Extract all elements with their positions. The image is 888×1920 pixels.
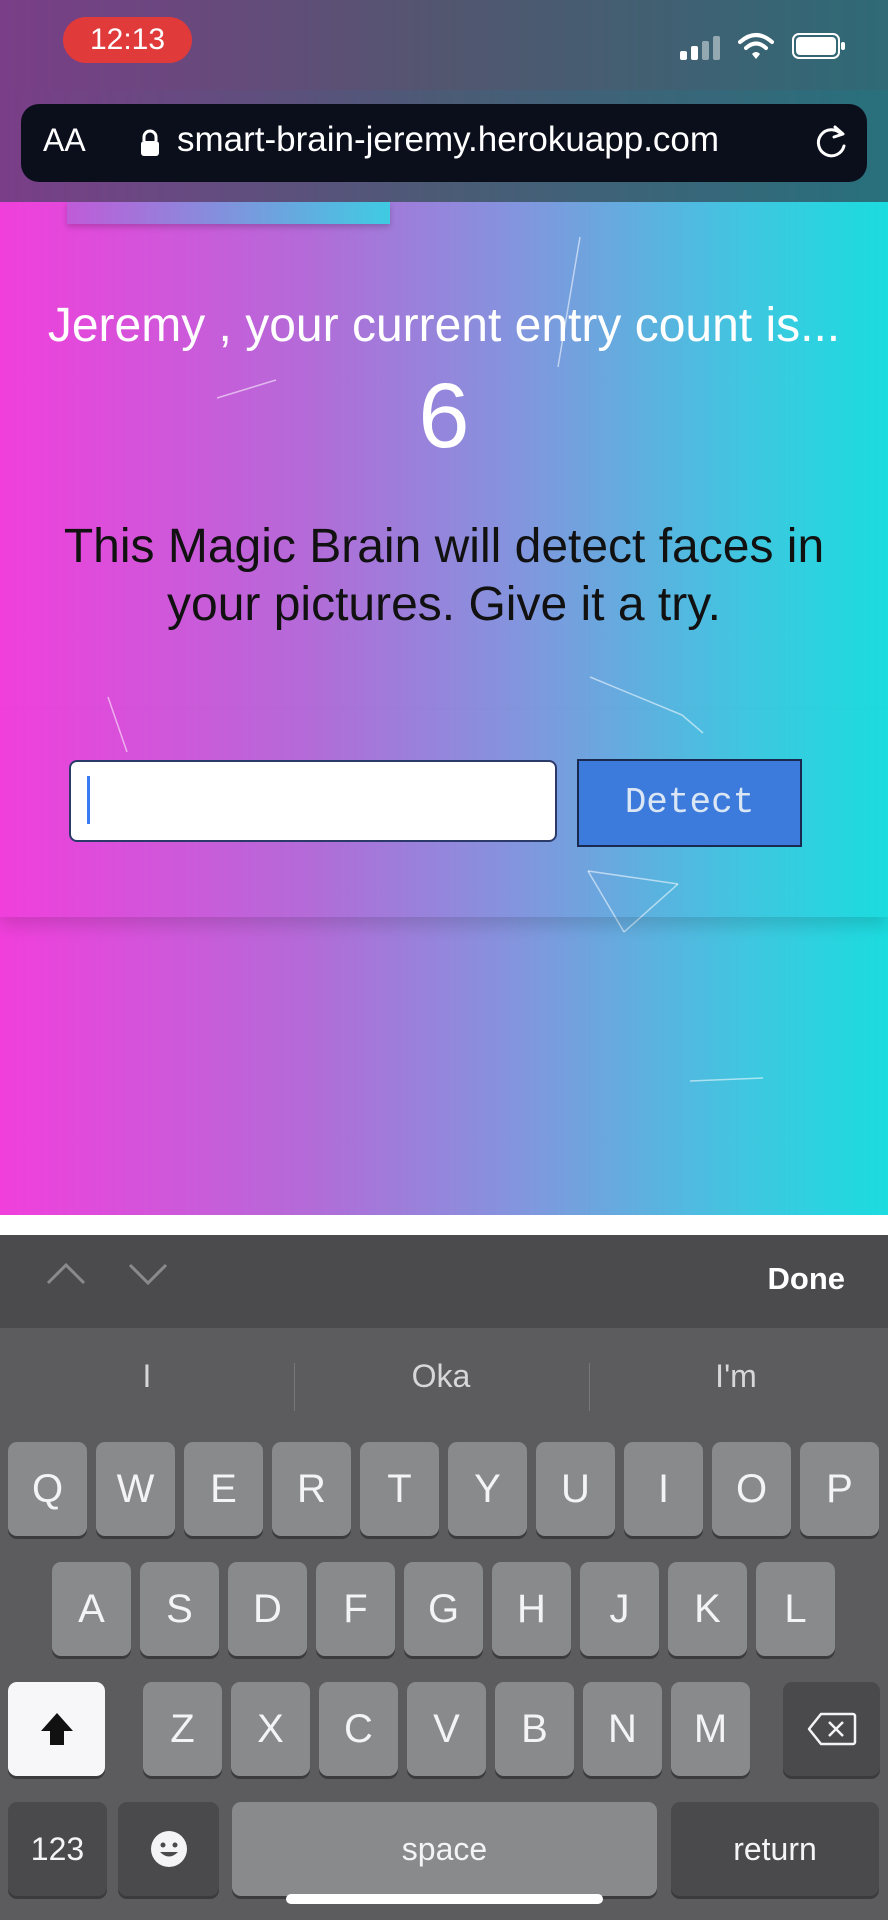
key-d[interactable]: D (228, 1562, 307, 1656)
key-n[interactable]: N (583, 1682, 662, 1776)
image-url-input[interactable] (69, 760, 557, 842)
emoji-key[interactable] (118, 1802, 219, 1896)
cellular-signal-icon (680, 36, 720, 60)
text-caret (87, 776, 90, 824)
battery-icon (792, 33, 845, 59)
suggestion-1[interactable]: I (0, 1358, 294, 1395)
shift-icon (40, 1713, 73, 1745)
key-x[interactable]: X (231, 1682, 310, 1776)
suggestion-3[interactable]: I'm (589, 1358, 883, 1395)
key-p[interactable]: P (800, 1442, 879, 1536)
key-f[interactable]: F (316, 1562, 395, 1656)
chevron-up-icon[interactable] (45, 1259, 87, 1289)
entry-count: 6 (418, 365, 470, 467)
detect-button[interactable]: Detect (577, 759, 802, 847)
text-size-button[interactable]: AA (43, 122, 86, 159)
shift-key[interactable] (8, 1682, 105, 1776)
key-i[interactable]: I (624, 1442, 703, 1536)
key-a[interactable]: A (52, 1562, 131, 1656)
emoji-icon (150, 1831, 187, 1867)
key-h[interactable]: H (492, 1562, 571, 1656)
key-o[interactable]: O (712, 1442, 791, 1536)
delete-key[interactable] (783, 1682, 880, 1776)
entry-count-greeting: Jeremy , your current entry count is... (47, 299, 841, 352)
key-u[interactable]: U (536, 1442, 615, 1536)
key-m[interactable]: M (671, 1682, 750, 1776)
wifi-icon (738, 33, 774, 59)
lock-icon (141, 129, 159, 156)
return-key[interactable]: return (671, 1802, 879, 1896)
key-w[interactable]: W (96, 1442, 175, 1536)
keyboard: I Oka I'm Q W E R T Y U I O P A S D F G … (0, 1328, 888, 1920)
address-bar[interactable]: AA smart-brain-jeremy.herokuapp.com (21, 104, 867, 182)
home-indicator (286, 1894, 603, 1904)
suggestion-bar: I Oka I'm (0, 1328, 888, 1438)
nav-card (67, 202, 390, 224)
key-t[interactable]: T (360, 1442, 439, 1536)
key-g[interactable]: G (404, 1562, 483, 1656)
done-button[interactable]: Done (768, 1261, 846, 1297)
key-q[interactable]: Q (8, 1442, 87, 1536)
key-j[interactable]: J (580, 1562, 659, 1656)
numbers-key[interactable]: 123 (8, 1802, 107, 1896)
status-bar: 12:13 (0, 0, 888, 90)
delete-icon (807, 1712, 856, 1746)
reload-icon[interactable] (811, 122, 851, 162)
key-k[interactable]: K (668, 1562, 747, 1656)
chevron-down-icon[interactable] (127, 1259, 169, 1289)
browser-toolbar: AA smart-brain-jeremy.herokuapp.com (0, 90, 888, 202)
space-key[interactable]: space (232, 1802, 657, 1896)
key-v[interactable]: V (407, 1682, 486, 1776)
key-y[interactable]: Y (448, 1442, 527, 1536)
keyboard-accessory-bar: Done (0, 1235, 888, 1328)
key-b[interactable]: B (495, 1682, 574, 1776)
app-description: This Magic Brain will detect faces in yo… (63, 520, 825, 631)
key-z[interactable]: Z (143, 1682, 222, 1776)
key-e[interactable]: E (184, 1442, 263, 1536)
key-s[interactable]: S (140, 1562, 219, 1656)
suggestion-2[interactable]: Oka (294, 1358, 588, 1395)
key-c[interactable]: C (319, 1682, 398, 1776)
key-r[interactable]: R (272, 1442, 351, 1536)
status-time: 12:13 (63, 17, 192, 63)
url-text: smart-brain-jeremy.herokuapp.com (177, 120, 720, 159)
key-l[interactable]: L (756, 1562, 835, 1656)
